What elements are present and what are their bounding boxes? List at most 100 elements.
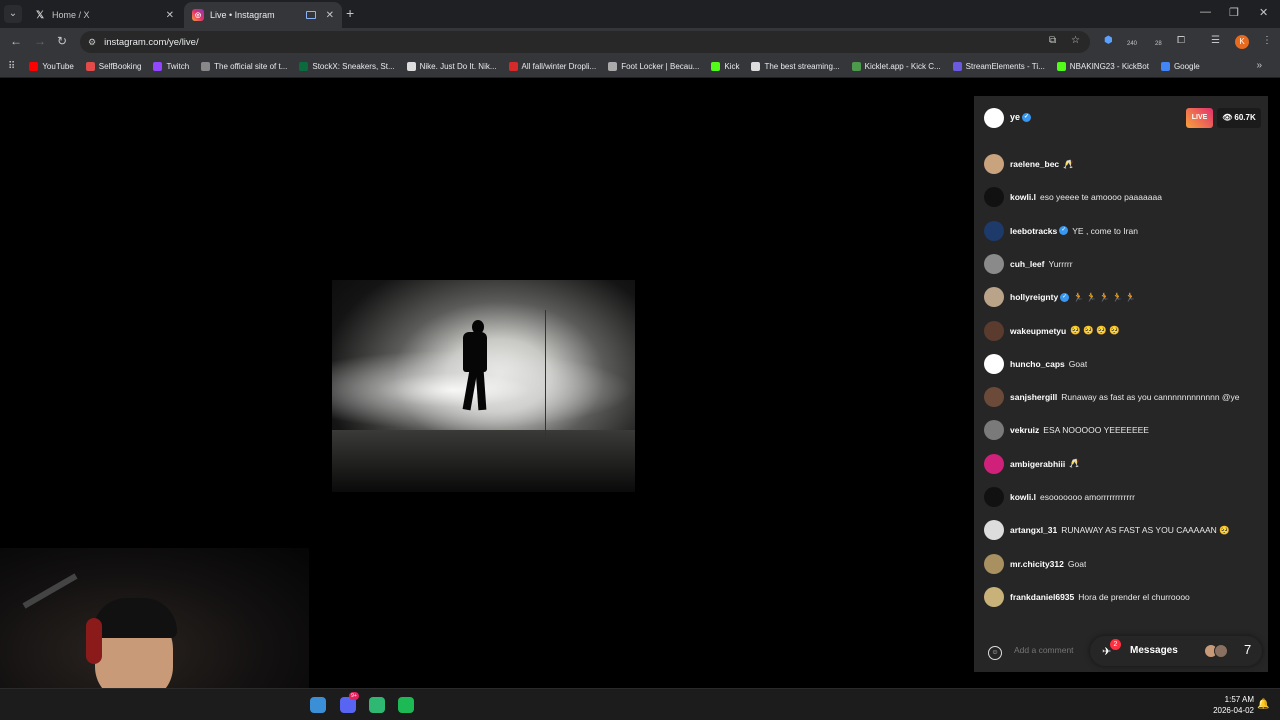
tab-home-x[interactable]: 𝕏 Home / X ✕ — [26, 2, 182, 28]
bookmark-item[interactable]: SelfBooking — [85, 62, 141, 71]
bookmark-item[interactable]: Nike. Just Do It. Nik... — [406, 62, 497, 71]
bookmark-label: All fall/winter Dropli... — [521, 62, 597, 71]
minimize-icon[interactable]: — — [1200, 6, 1211, 18]
comment-input[interactable] — [1014, 645, 1094, 655]
bookmark-star-icon[interactable]: ☆ — [1071, 35, 1080, 46]
tab-strip: ⌄ 𝕏 Home / X ✕ ◎ Live • Instagram ✕ + — … — [0, 0, 1280, 28]
comment-username[interactable]: frankdaniel6935 — [1010, 592, 1074, 602]
avatar[interactable] — [984, 154, 1004, 174]
comment-username[interactable]: ambigerabhiii — [1010, 459, 1065, 469]
bookmark-item[interactable]: All fall/winter Dropli... — [508, 62, 597, 71]
close-icon[interactable]: ✕ — [166, 10, 174, 21]
back-arrow-icon[interactable]: ← — [10, 34, 22, 48]
close-window-icon[interactable]: ✕ — [1259, 6, 1268, 19]
spotify-icon[interactable] — [398, 697, 414, 713]
discord-icon[interactable]: 9+ — [340, 692, 359, 713]
chat-comment: hollyreignty ✓ 🏃 🏃 🏃 🏃 🏃 — [984, 286, 1266, 308]
avatar[interactable] — [984, 520, 1004, 541]
extension-badge-28[interactable]: 28 — [1155, 41, 1162, 47]
chat-comment: wakeupmetyu 🥺 🥺 🥺 🥺 — [984, 320, 1266, 342]
avatar[interactable] — [984, 453, 1004, 474]
avatar[interactable] — [984, 220, 1004, 241]
avatar[interactable] — [984, 387, 1004, 408]
bookmarks-overflow-icon[interactable]: » — [1256, 60, 1262, 71]
viewer-count: 👁 60.7K — [1217, 108, 1261, 128]
avatar[interactable] — [984, 553, 1004, 574]
avatar[interactable] — [984, 586, 1004, 607]
eye-icon: 👁 — [1222, 113, 1233, 122]
avatar[interactable] — [984, 353, 1004, 374]
new-tab-button[interactable]: + — [346, 5, 354, 21]
restore-icon[interactable]: ❐ — [1229, 6, 1239, 19]
comment-text: 🏃 🏃 🏃 🏃 🏃 — [1073, 291, 1136, 302]
bookmark-item[interactable]: The official site of t... — [201, 62, 287, 71]
comment-username[interactable]: cuh_leef — [1010, 259, 1045, 269]
avatar[interactable] — [984, 420, 1004, 441]
forward-arrow-icon[interactable]: → — [34, 34, 46, 48]
notification-bell-icon[interactable]: 🔔 — [1257, 699, 1269, 710]
comment-username[interactable]: huncho_caps — [1010, 359, 1065, 369]
bookmark-item[interactable]: Kicklet.app - Kick C... — [851, 62, 941, 71]
reading-list-icon[interactable]: ☰ — [1211, 35, 1220, 46]
bookmark-label: Twitch — [166, 62, 190, 71]
menu-kebab-icon[interactable]: ⋮ — [1262, 35, 1272, 46]
cast-icon[interactable] — [305, 11, 316, 19]
site-info-icon[interactable]: ⚙ — [88, 37, 96, 48]
extensions-puzzle-icon[interactable]: ⧠ — [1177, 35, 1185, 46]
apps-grid-icon[interactable]: ⠿ — [8, 61, 15, 72]
comment-username[interactable]: hollyreignty — [1010, 292, 1058, 302]
close-icon[interactable]: ✕ — [326, 10, 334, 21]
bookmark-item[interactable]: YouTube — [29, 62, 74, 71]
live-badge: LIVE — [1186, 108, 1213, 128]
chat-comment: artangxl_31 RUNAWAY AS FAST AS YOU CAAAAA… — [984, 519, 1266, 541]
comment-username[interactable]: artangxl_31 — [1010, 525, 1057, 535]
avatar[interactable] — [984, 487, 1004, 507]
bookmark-item[interactable]: NBAKING23 - KickBot — [1056, 62, 1149, 71]
performer-body — [463, 332, 487, 372]
bookmark-item[interactable]: Twitch — [153, 62, 189, 71]
avatar[interactable] — [984, 253, 1004, 274]
avatar[interactable] — [984, 287, 1004, 308]
taskbar-badge: 9+ — [349, 692, 359, 700]
host-username[interactable]: ye — [1010, 112, 1020, 122]
extension-blue-icon[interactable]: ⬢ — [1104, 35, 1113, 46]
reload-icon[interactable]: ↻ — [57, 34, 67, 48]
live-video[interactable] — [332, 280, 635, 492]
bookmark-item[interactable]: Google — [1160, 62, 1200, 71]
app-green-icon[interactable] — [369, 697, 385, 713]
emoji-icon[interactable]: ☺ — [988, 646, 1002, 660]
bookmark-item[interactable]: StockX: Sneakers, St... — [299, 62, 395, 71]
file-explorer-icon[interactable] — [310, 697, 326, 713]
comment-username[interactable]: sanjshergill — [1010, 392, 1057, 402]
tab-search-chevron-icon[interactable]: ⌄ — [4, 5, 22, 23]
comment-username[interactable]: wakeupmetyu — [1010, 326, 1066, 336]
avatar[interactable] — [984, 187, 1004, 208]
address-bar[interactable]: ⚙ instagram.com/ye/live/ — [80, 31, 1090, 53]
bookmark-item[interactable]: StreamElements - Ti... — [952, 62, 1045, 71]
bookmark-favicon-icon — [201, 62, 211, 71]
comment-username[interactable]: leebotracks — [1010, 226, 1057, 236]
comment-username[interactable]: raelene_bec — [1010, 159, 1059, 169]
comment-username[interactable]: kowli.l — [1010, 492, 1036, 502]
bookmark-label: Google — [1173, 62, 1200, 71]
tab-instagram-live[interactable]: ◎ Live • Instagram ✕ — [184, 2, 342, 28]
comment-username[interactable]: kowli.l — [1010, 192, 1036, 202]
bookmark-item[interactable]: Foot Locker | Becau... — [608, 62, 699, 71]
install-app-icon[interactable]: ⧉ — [1049, 35, 1056, 46]
host-name[interactable]: ye ✓ — [1010, 112, 1032, 123]
comment-username[interactable]: vekruiz — [1010, 425, 1039, 435]
comment-username[interactable]: mr.chicity312 — [1010, 559, 1064, 569]
avatar[interactable] — [984, 320, 1004, 341]
system-clock[interactable]: 1:57 AM 2026-04-02 — [1204, 694, 1254, 716]
messages-button[interactable]: ✈ 2 Messages 7 — [1090, 636, 1262, 666]
comment-text: ESA NOOOOO YEEEEEEE — [1043, 425, 1149, 436]
bookmark-favicon-icon — [608, 62, 618, 71]
extension-badge-240[interactable]: 240 — [1127, 41, 1137, 47]
host-avatar[interactable] — [984, 108, 1004, 128]
profile-avatar[interactable]: K — [1235, 35, 1249, 49]
comment-text: Yurrrrr — [1048, 258, 1073, 269]
comment-text: eso yeeee te amoooo paaaaaaa — [1039, 192, 1162, 203]
bookmark-item[interactable]: The best streaming... — [751, 62, 840, 71]
bookmark-item[interactable]: Kick — [711, 62, 739, 71]
microphone-arm — [22, 573, 78, 609]
